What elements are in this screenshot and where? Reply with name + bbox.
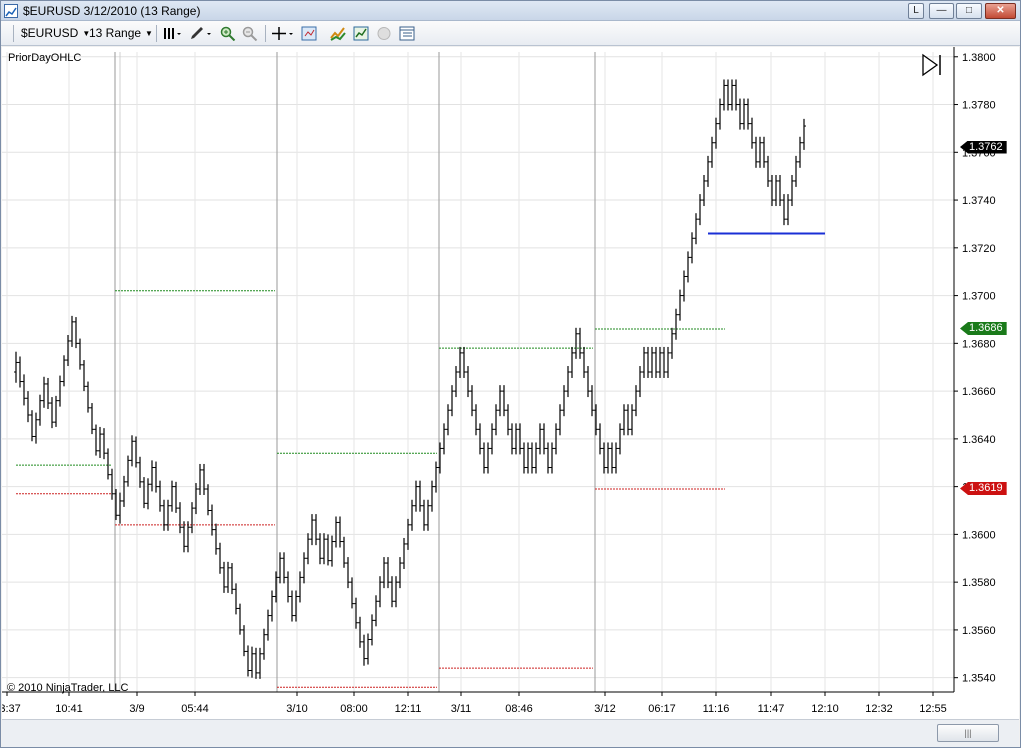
instrument-label: $EURUSD — [21, 26, 79, 40]
zoom-in-icon[interactable] — [220, 26, 236, 42]
link-button[interactable]: L — [908, 3, 924, 19]
price-marker-badge: 1.3686 — [960, 322, 1007, 335]
x-tick-label: 11:16 — [703, 703, 730, 715]
chart-panel[interactable]: 1.38001.37801.37601.37401.37201.37001.36… — [2, 47, 1019, 719]
crosshair-icon[interactable] — [271, 26, 295, 41]
x-tick-label: 05:44 — [181, 703, 209, 715]
chart-window: $EURUSD 3/12/2010 (13 Range) L — □ ✕ $EU… — [0, 0, 1021, 748]
x-tick-label: 3/10 — [286, 703, 307, 715]
copyright-text: © 2010 NinjaTrader, LLC — [7, 682, 129, 694]
x-tick-label: 3/9 — [129, 703, 144, 715]
y-tick-label: 1.3800 — [962, 52, 996, 64]
maximize-button[interactable]: □ — [956, 3, 982, 19]
pencil-draw-icon[interactable] — [189, 26, 213, 41]
indicators-icon[interactable] — [330, 26, 346, 41]
y-tick-label: 1.3600 — [962, 529, 996, 541]
y-tick-label: 1.3640 — [962, 434, 996, 446]
disabled-circle-icon[interactable] — [376, 26, 392, 41]
x-tick-label: 3/11 — [451, 703, 472, 715]
chart-toolbar: $EURUSD ▼ 13 Range ▼ — [1, 21, 1020, 46]
x-tick-label: 06:17 — [648, 703, 676, 715]
horizontal-scrollbar[interactable]: ||| — [2, 719, 1019, 747]
x-tick-label: 03:37 — [2, 703, 21, 715]
x-tick-label: 08:46 — [505, 703, 533, 715]
toolbar-grip — [13, 25, 14, 42]
strategies-icon[interactable] — [353, 26, 369, 41]
y-tick-label: 1.3720 — [962, 243, 996, 255]
zoom-out-icon[interactable] — [242, 26, 258, 42]
period-selector[interactable]: 13 Range ▼ — [89, 25, 153, 42]
period-label: 13 Range — [89, 26, 142, 40]
price-marker-badge: 1.3619 — [960, 482, 1007, 495]
x-tick-label: 11:47 — [758, 703, 785, 715]
window-title: $EURUSD 3/12/2010 (13 Range) — [23, 4, 201, 18]
data-box-icon[interactable] — [399, 26, 415, 41]
x-tick-label: 08:00 — [340, 703, 368, 715]
y-tick-label: 1.3580 — [962, 577, 996, 589]
x-tick-label: 12:11 — [395, 703, 422, 715]
scroll-to-end-icon[interactable] — [920, 53, 944, 82]
indicator-label: PriorDayOHLC — [8, 52, 82, 64]
minimize-button[interactable]: — — [929, 3, 954, 19]
instrument-selector[interactable]: $EURUSD ▼ — [21, 25, 90, 42]
y-tick-label: 1.3680 — [962, 338, 996, 350]
y-tick-label: 1.3560 — [962, 625, 996, 637]
price-chart[interactable]: 1.38001.37801.37601.37401.37201.37001.36… — [2, 47, 1019, 719]
scrollbar-thumb[interactable]: ||| — [937, 724, 999, 742]
bar-style-icon[interactable] — [162, 26, 182, 41]
y-tick-label: 1.3780 — [962, 100, 996, 112]
y-tick-label: 1.3740 — [962, 195, 996, 207]
chart-app-icon — [4, 4, 18, 18]
x-tick-label: 3/12 — [594, 703, 615, 715]
title-bar[interactable]: $EURUSD 3/12/2010 (13 Range) L — □ ✕ — [1, 1, 1020, 21]
y-tick-label: 1.3700 — [962, 291, 996, 303]
toolbar-separator — [156, 25, 157, 42]
x-tick-label: 10:41 — [55, 703, 83, 715]
x-tick-label: 12:32 — [865, 703, 893, 715]
y-tick-label: 1.3660 — [962, 386, 996, 398]
toolbar-separator — [265, 25, 266, 42]
price-marker-badge: 1.3762 — [960, 140, 1007, 154]
close-button[interactable]: ✕ — [985, 3, 1016, 19]
y-tick-label: 1.3540 — [962, 673, 996, 685]
chevron-down-icon: ▼ — [145, 29, 153, 38]
properties-icon[interactable] — [301, 26, 317, 41]
x-tick-label: 12:10 — [811, 703, 839, 715]
x-tick-label: 12:55 — [919, 703, 947, 715]
